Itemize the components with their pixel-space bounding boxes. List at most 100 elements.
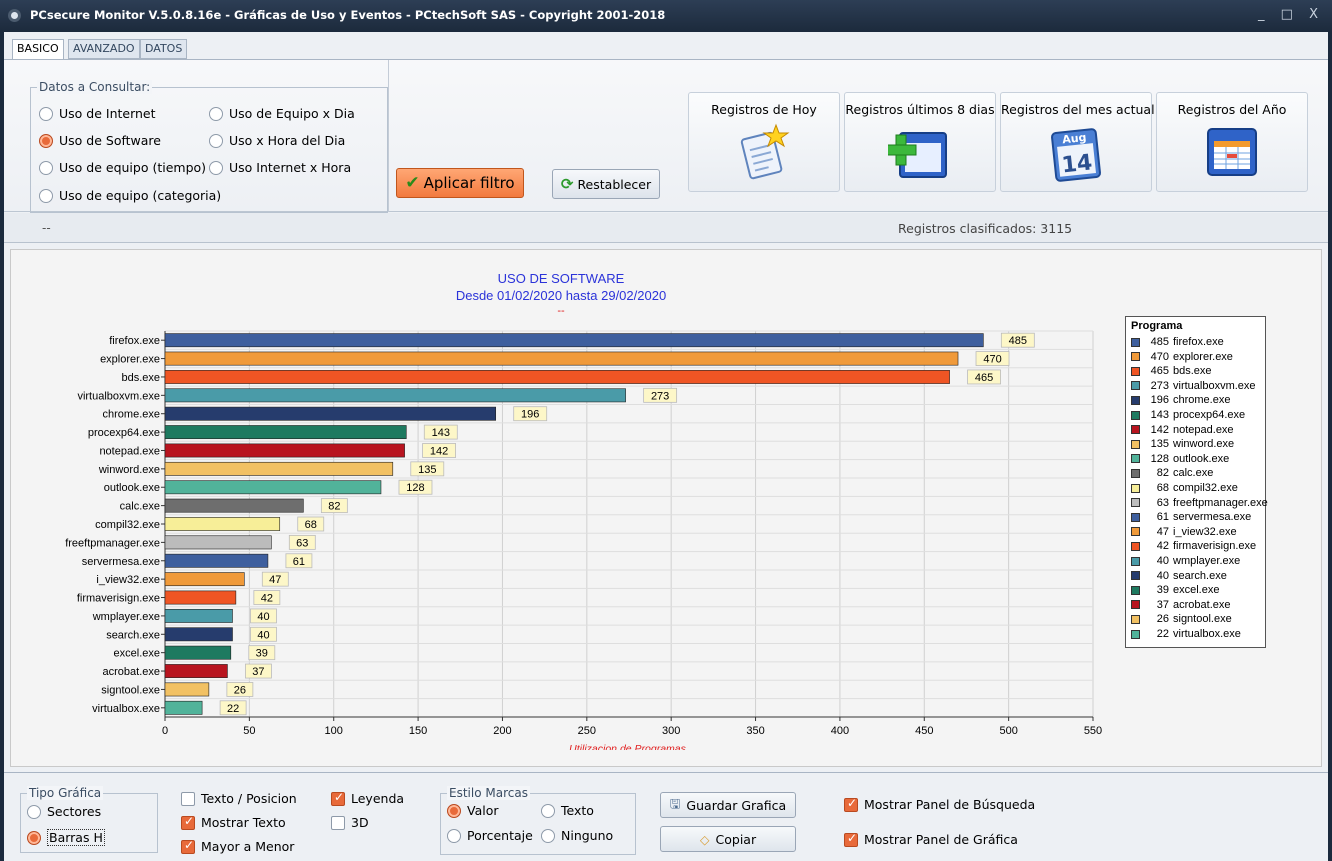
y-tick-label: signtool.exe: [101, 684, 160, 696]
legend-item: 42 firmaverisign.exe: [1131, 539, 1256, 553]
legend-value: 128: [1150, 452, 1169, 465]
radio-uso-internet-hora[interactable]: Uso Internet x Hora: [209, 160, 351, 175]
check-3d[interactable]: 3D: [331, 815, 369, 830]
y-tick-label: explorer.exe: [100, 354, 160, 366]
check-mayor-menor[interactable]: Mayor a Menor: [181, 838, 295, 854]
legend-value: 26: [1156, 613, 1169, 626]
legend-item: 82 calc.exe: [1131, 466, 1213, 480]
checkbox-label: Mayor a Menor: [201, 839, 295, 854]
records-month-button[interactable]: Registros del mes actual Aug 14: [1000, 92, 1155, 192]
data-label: 40: [257, 611, 269, 623]
records-8-days-button[interactable]: Registros últimos 8 dias: [844, 92, 996, 192]
legend-item: 37 acrobat.exe: [1131, 598, 1230, 612]
data-label: 61: [293, 556, 305, 568]
apply-filter-label: Aplicar filtro: [423, 174, 515, 192]
check-leyenda[interactable]: Leyenda: [331, 790, 404, 806]
radio-texto[interactable]: Texto: [541, 803, 594, 818]
legend-swatch: [1131, 600, 1140, 610]
legend-item: 47 i_view32.exe: [1131, 525, 1237, 539]
legend-label: compil32.exe: [1173, 482, 1238, 494]
radio-uso-equipo-dia[interactable]: Uso de Equipo x Dia: [209, 106, 355, 121]
radio-dot: [39, 133, 53, 148]
bar: [164, 572, 245, 587]
legend-swatch: [1131, 571, 1140, 581]
y-tick-label: search.exe: [106, 629, 160, 641]
records-year-button[interactable]: Registros del Año: [1156, 92, 1308, 192]
save-chart-button[interactable]: 🖫 Guardar Grafica: [660, 792, 796, 818]
radio-dot: [447, 828, 461, 843]
records-month-label: Registros del mes actual: [1001, 102, 1155, 117]
legend-value: 142: [1150, 423, 1169, 436]
radio-label: Uso x Hora del Dia: [229, 133, 346, 148]
check-mostrar-texto[interactable]: Mostrar Texto: [181, 814, 286, 830]
radio-uso-equipo-tiempo[interactable]: Uso de equipo (tiempo): [39, 160, 206, 175]
legend-value: 470: [1150, 350, 1169, 363]
legend-value: 143: [1150, 409, 1169, 421]
legend-value: 42: [1156, 540, 1169, 553]
radio-uso-equipo-categoria[interactable]: Uso de equipo (categoria): [39, 188, 221, 203]
check-chart-panel[interactable]: Mostrar Panel de Gráfica: [844, 831, 1018, 847]
x-tick-label: 450: [915, 725, 933, 737]
radio-porcentaje[interactable]: Porcentaje: [447, 828, 533, 843]
y-tick-label: notepad.exe: [99, 445, 160, 457]
legend-label: firmaverisign.exe: [1173, 540, 1257, 553]
check-search-panel[interactable]: Mostrar Panel de Búsqueda: [844, 796, 1036, 812]
radio-uso-hora-dia[interactable]: Uso x Hora del Dia: [209, 133, 345, 148]
legend-label: outlook.exe: [1173, 452, 1230, 465]
window-controls[interactable]: _ □ X: [1258, 7, 1324, 22]
legend-swatch: [1131, 352, 1140, 362]
chart-area: USO DE SOFTWARE Desde 01/02/2020 hasta 2…: [10, 249, 1322, 767]
bar: [164, 682, 210, 697]
radio-barras-h[interactable]: Barras H: [27, 829, 105, 846]
x-tick-label: 0: [162, 725, 168, 737]
radio-dot: [39, 106, 53, 121]
status-bar: -- Registros clasificados: 3115: [4, 213, 1328, 243]
legend-swatch: [1131, 395, 1140, 405]
document-star-icon: [740, 123, 790, 180]
bar: [164, 627, 233, 642]
y-tick-label: virtualboxvm.exe: [77, 390, 160, 402]
y-tick-label: servermesa.exe: [82, 556, 160, 568]
legend-value: 465: [1150, 365, 1169, 378]
checkbox-box: [181, 814, 195, 830]
records-8-days-label: Registros últimos 8 dias: [845, 102, 995, 117]
data-label: 47: [269, 574, 281, 586]
bar: [164, 480, 382, 495]
radio-valor[interactable]: Valor: [447, 803, 499, 818]
bar: [164, 590, 237, 605]
x-tick-label: 500: [999, 725, 1017, 737]
copy-button[interactable]: ◇ Copiar: [660, 826, 796, 852]
chart-options-panel: Tipo Gráfica Sectores Barras H Texto / P…: [4, 772, 1328, 861]
tab-datos[interactable]: DATOS: [140, 39, 188, 59]
checkbox-label: Mostrar Panel de Búsqueda: [864, 797, 1036, 812]
radio-dot: [541, 803, 555, 818]
y-tick-label: firmaverisign.exe: [77, 593, 160, 605]
legend-swatch: [1131, 381, 1140, 391]
legend-label: freeftpmanager.exe: [1173, 496, 1268, 509]
records-today-button[interactable]: Registros de Hoy: [688, 92, 840, 192]
reset-button[interactable]: ⟳ Restablecer: [552, 169, 660, 199]
y-tick-label: calc.exe: [120, 501, 160, 513]
legend-item: 63 freeftpmanager.exe: [1131, 496, 1268, 510]
tab-avanzado[interactable]: AVANZADO: [68, 39, 140, 59]
legend-value: 485: [1150, 336, 1169, 348]
radio-sectores[interactable]: Sectores: [27, 804, 101, 819]
y-tick-label: virtualbox.exe: [92, 703, 160, 715]
radio-uso-internet[interactable]: Uso de Internet: [39, 106, 156, 121]
legend-item: 40 search.exe: [1131, 569, 1227, 583]
tab-basico[interactable]: BASICO: [12, 39, 64, 60]
legend-item: 273 virtualboxvm.exe: [1131, 379, 1256, 393]
y-tick-label: procexp64.exe: [88, 427, 160, 439]
legend-item: 128 outlook.exe: [1131, 452, 1229, 466]
radio-uso-software[interactable]: Uso de Software: [39, 133, 161, 148]
check-texto-posicion[interactable]: Texto / Posicion: [181, 791, 297, 806]
radio-label: Uso de Software: [59, 133, 161, 148]
checkbox-box: [181, 791, 195, 806]
legend-item: 143 procexp64.exe: [1131, 408, 1245, 422]
apply-filter-button[interactable]: ✔ Aplicar filtro: [396, 168, 524, 198]
radio-ninguno[interactable]: Ninguno: [541, 828, 613, 843]
legend-label: servermesa.exe: [1173, 511, 1252, 524]
legend-label: explorer.exe: [1173, 350, 1233, 363]
bar: [164, 498, 304, 513]
legend-label: winword.exe: [1173, 438, 1235, 451]
